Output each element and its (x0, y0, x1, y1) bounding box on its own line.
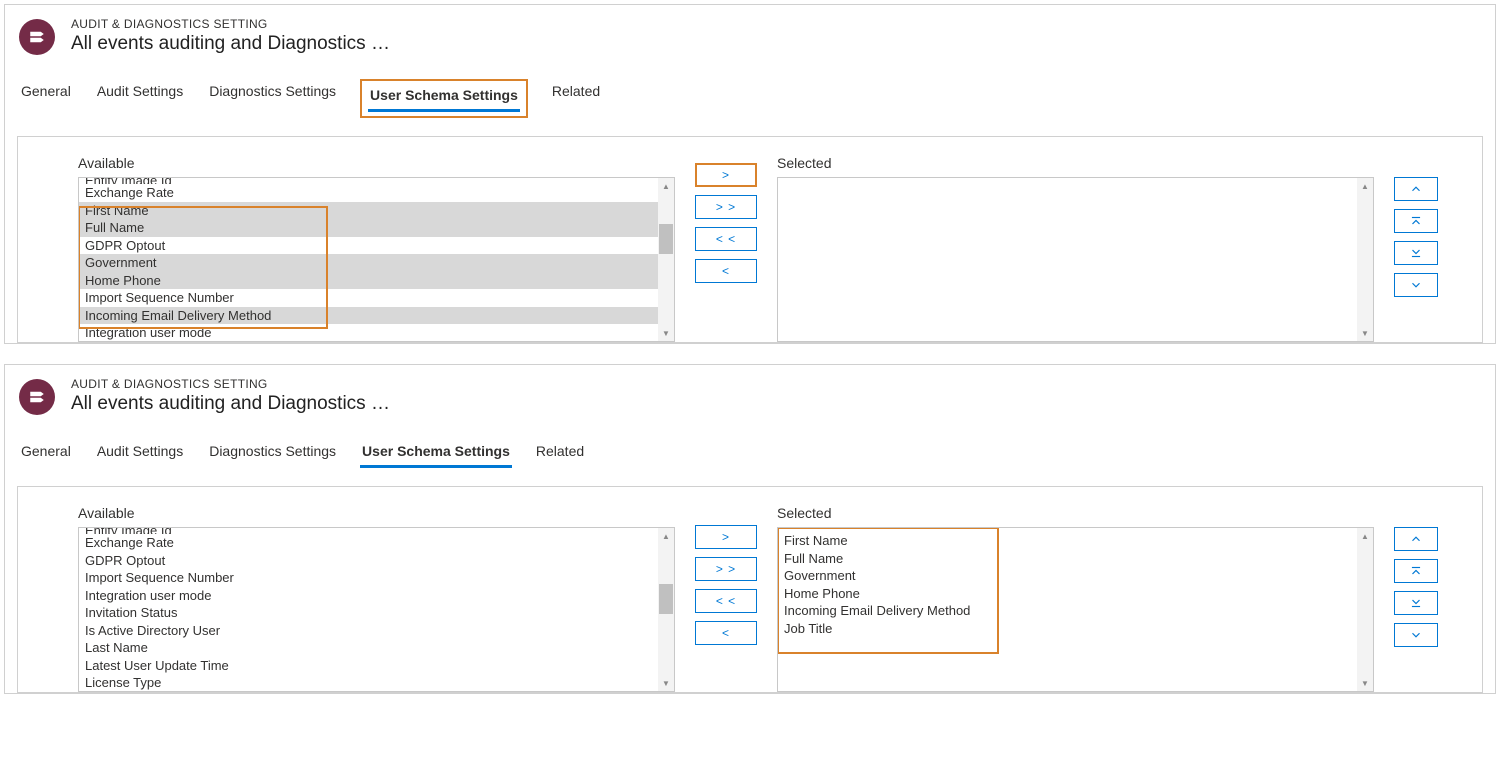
list-item[interactable]: Latest User Update Time (79, 657, 658, 675)
tab-related[interactable]: Related (550, 79, 602, 118)
list-item[interactable]: GDPR Optout (79, 237, 658, 255)
tab-diagnostics-settings[interactable]: Diagnostics Settings (207, 439, 338, 468)
scroll-up-icon[interactable]: ▲ (1357, 528, 1373, 544)
add-button[interactable]: > (695, 525, 757, 549)
tab-audit-settings[interactable]: Audit Settings (95, 439, 185, 468)
list-item[interactable]: Home Phone (778, 585, 1357, 603)
list-item[interactable]: First Name (778, 532, 1357, 550)
list-item[interactable]: Invitation Status (79, 604, 658, 622)
list-item[interactable]: Full Name (79, 219, 658, 237)
move-up-button[interactable] (1394, 177, 1438, 201)
page-title: All events auditing and Diagnostics … (71, 33, 390, 55)
order-buttons (1394, 505, 1438, 647)
move-down-button[interactable] (1394, 273, 1438, 297)
scroll-down-icon[interactable]: ▼ (658, 325, 674, 341)
available-label: Available (78, 505, 675, 521)
scroll-down-icon[interactable]: ▼ (1357, 675, 1373, 691)
move-bottom-button[interactable] (1394, 241, 1438, 265)
move-buttons: > > > < < < (695, 155, 757, 283)
available-column: Available Entity Image Id Exchange Rate … (78, 155, 675, 342)
selected-column: Selected First Name Full Name Government… (777, 505, 1374, 692)
list-item[interactable]: Job Title (778, 620, 1357, 638)
tab-audit-settings[interactable]: Audit Settings (95, 79, 185, 118)
list-item[interactable]: Last Name (79, 639, 658, 657)
list-item[interactable]: Import Sequence Number (79, 569, 658, 587)
panel-before: AUDIT & DIAGNOSTICS SETTING All events a… (4, 4, 1496, 344)
remove-button[interactable]: < (695, 259, 757, 283)
settings-entity-icon (19, 19, 55, 55)
order-buttons (1394, 155, 1438, 297)
selected-column: Selected ▲ ▼ (777, 155, 1374, 342)
list-item[interactable]: Home Phone (79, 272, 658, 290)
move-bottom-button[interactable] (1394, 591, 1438, 615)
scroll-thumb[interactable] (659, 584, 673, 614)
move-top-button[interactable] (1394, 209, 1438, 233)
scroll-up-icon[interactable]: ▲ (658, 528, 674, 544)
available-listbox[interactable]: Entity Image Id Exchange Rate First Name… (78, 177, 675, 342)
move-up-button[interactable] (1394, 527, 1438, 551)
selected-listbox[interactable]: ▲ ▼ (777, 177, 1374, 342)
remove-all-button[interactable]: < < (695, 589, 757, 613)
settings-entity-icon (19, 379, 55, 415)
tab-user-schema-settings[interactable]: User Schema Settings (360, 439, 512, 468)
list-item[interactable]: Government (778, 567, 1357, 585)
list-item[interactable]: First Name (79, 202, 658, 220)
list-item[interactable]: License Type (79, 674, 658, 691)
list-item[interactable]: Government (79, 254, 658, 272)
content-area: Available Entity Image Id Exchange Rate … (17, 136, 1483, 343)
remove-button[interactable]: < (695, 621, 757, 645)
tab-related[interactable]: Related (534, 439, 586, 468)
dual-list-picker: Available Entity Image Id Exchange Rate … (78, 155, 1438, 342)
list-item[interactable]: GDPR Optout (79, 552, 658, 570)
move-top-button[interactable] (1394, 559, 1438, 583)
list-item[interactable]: Incoming Email Delivery Method (79, 307, 658, 325)
tab-strip: General Audit Settings Diagnostics Setti… (5, 59, 1495, 124)
scroll-down-icon[interactable]: ▼ (1357, 325, 1373, 341)
available-label: Available (78, 155, 675, 171)
page-header: AUDIT & DIAGNOSTICS SETTING All events a… (5, 365, 1495, 419)
scroll-up-icon[interactable]: ▲ (1357, 178, 1373, 194)
panel-after: AUDIT & DIAGNOSTICS SETTING All events a… (4, 364, 1496, 694)
list-item[interactable]: Exchange Rate (79, 534, 658, 552)
list-item[interactable]: Incoming Email Delivery Method (778, 602, 1357, 620)
dual-list-picker: Available Entity Image Id Exchange Rate … (78, 505, 1438, 692)
tab-diagnostics-settings[interactable]: Diagnostics Settings (207, 79, 338, 118)
available-listbox[interactable]: Entity Image Id Exchange Rate GDPR Optou… (78, 527, 675, 692)
tab-strip: General Audit Settings Diagnostics Setti… (5, 419, 1495, 474)
available-column: Available Entity Image Id Exchange Rate … (78, 505, 675, 692)
move-buttons: > > > < < < (695, 505, 757, 645)
scrollbar[interactable]: ▲ ▼ (658, 528, 674, 691)
selected-label: Selected (777, 505, 1374, 521)
list-item[interactable]: Integration user mode (79, 324, 658, 341)
move-down-button[interactable] (1394, 623, 1438, 647)
list-item[interactable]: Integration user mode (79, 587, 658, 605)
scrollbar[interactable]: ▲ ▼ (1357, 528, 1373, 691)
highlight-active-tab: User Schema Settings (360, 79, 528, 118)
add-all-button[interactable]: > > (695, 195, 757, 219)
scrollbar[interactable]: ▲ ▼ (1357, 178, 1373, 341)
tab-general[interactable]: General (19, 79, 73, 118)
tab-user-schema-settings[interactable]: User Schema Settings (368, 83, 520, 112)
content-area: Available Entity Image Id Exchange Rate … (17, 486, 1483, 693)
page-header: AUDIT & DIAGNOSTICS SETTING All events a… (5, 5, 1495, 59)
breadcrumb: AUDIT & DIAGNOSTICS SETTING (71, 377, 390, 391)
add-all-button[interactable]: > > (695, 557, 757, 581)
add-button[interactable]: > (695, 163, 757, 187)
scroll-up-icon[interactable]: ▲ (658, 178, 674, 194)
selected-listbox[interactable]: First Name Full Name Government Home Pho… (777, 527, 1374, 692)
selected-label: Selected (777, 155, 1374, 171)
remove-all-button[interactable]: < < (695, 227, 757, 251)
scroll-thumb[interactable] (659, 224, 673, 254)
page-title: All events auditing and Diagnostics … (71, 393, 390, 415)
list-item[interactable]: Import Sequence Number (79, 289, 658, 307)
scrollbar[interactable]: ▲ ▼ (658, 178, 674, 341)
list-item[interactable]: Full Name (778, 550, 1357, 568)
breadcrumb: AUDIT & DIAGNOSTICS SETTING (71, 17, 390, 31)
tab-general[interactable]: General (19, 439, 73, 468)
list-item[interactable]: Is Active Directory User (79, 622, 658, 640)
list-item[interactable]: Exchange Rate (79, 184, 658, 202)
scroll-down-icon[interactable]: ▼ (658, 675, 674, 691)
